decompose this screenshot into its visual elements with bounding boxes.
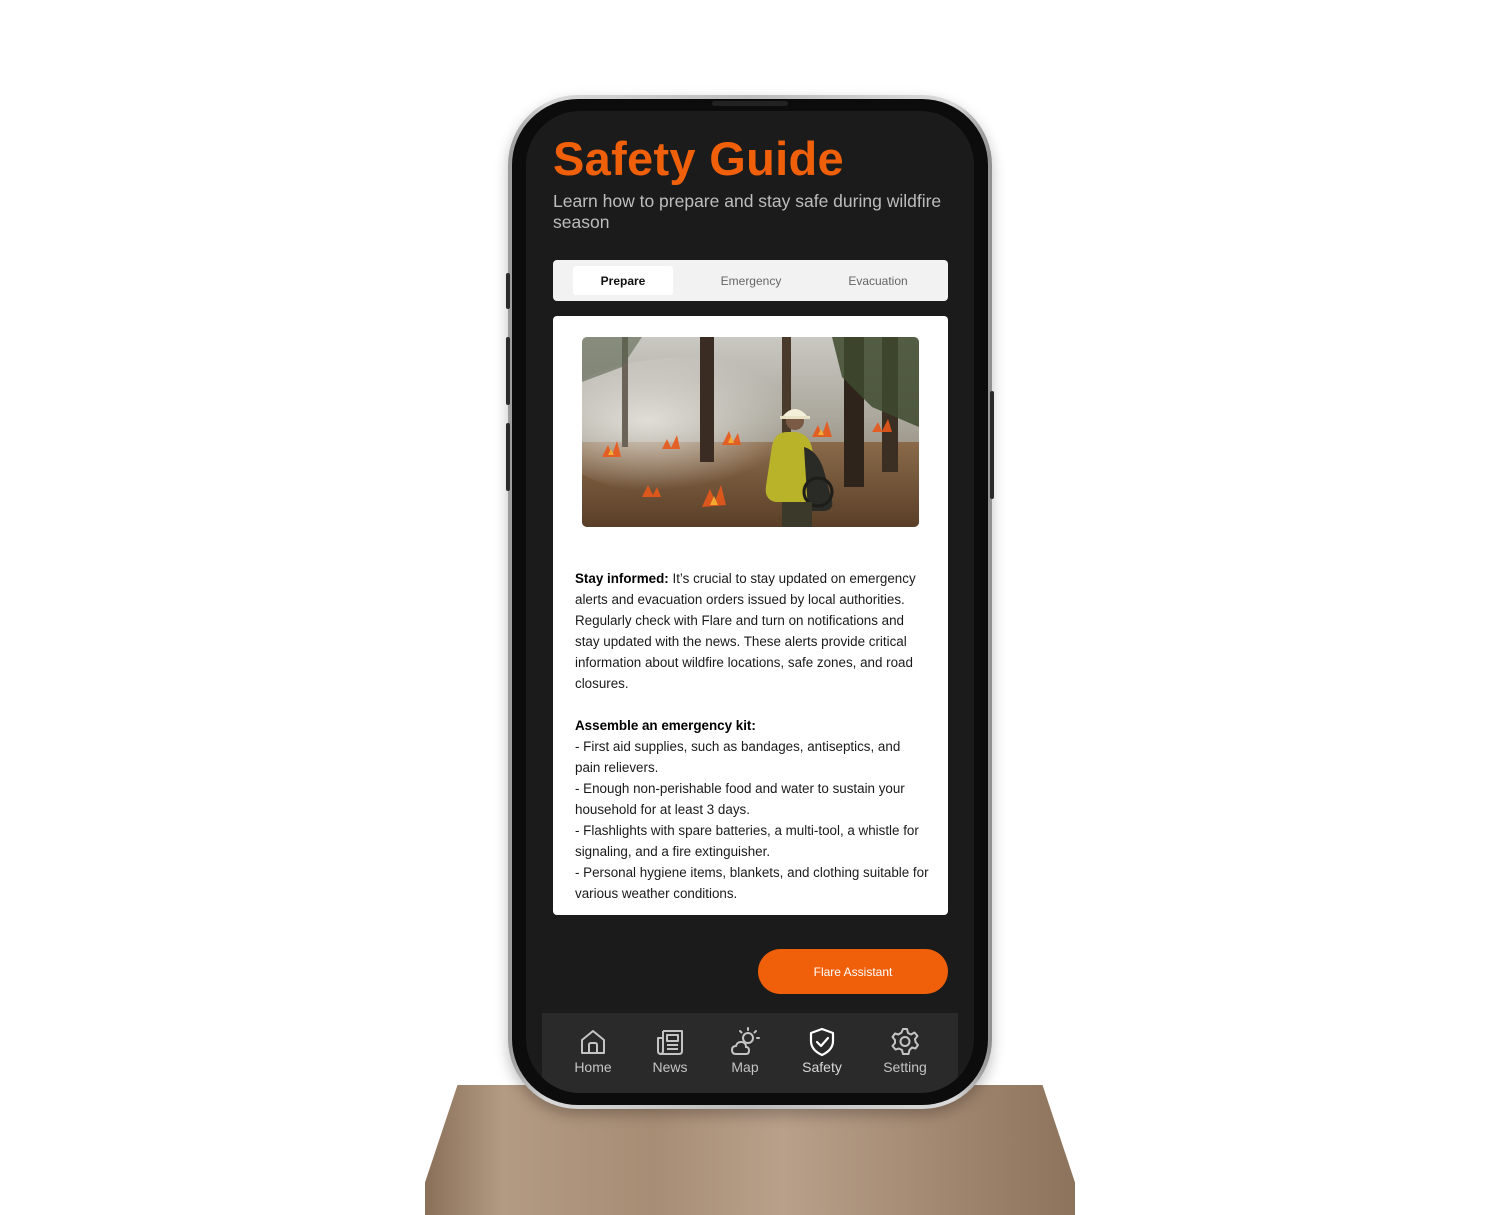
home-icon (581, 1030, 605, 1054)
kit-item: - Flashlights with spare batteries, a mu… (575, 823, 919, 859)
tab-prepare[interactable]: Prepare (573, 266, 673, 295)
page-subtitle: Learn how to prepare and stay safe durin… (553, 191, 942, 232)
news-icon (657, 1030, 683, 1055)
speaker-grille (712, 101, 788, 106)
kit-item: - Enough non-perishable food and water t… (575, 781, 905, 817)
nav-safety-label: Safety (802, 1059, 842, 1075)
app-screen: Safety Guide Learn how to prepare and st… (526, 111, 974, 1093)
stay-informed-heading: Stay informed: (575, 571, 669, 586)
shield-check-icon (809, 1027, 835, 1057)
nav-setting[interactable]: Setting (874, 1027, 936, 1079)
bottom-nav: Home News Map Safety Setting (542, 1013, 958, 1093)
nav-safety[interactable]: Safety (791, 1027, 853, 1079)
nav-news-label: News (652, 1059, 688, 1075)
guide-text: Stay informed: It’s crucial to stay upda… (575, 568, 929, 904)
nav-home-label: Home (574, 1059, 612, 1075)
page-title: Safety Guide (553, 132, 844, 185)
nav-setting-label: Setting (883, 1059, 927, 1075)
wildfire-photo (582, 337, 919, 527)
nav-map-label: Map (731, 1059, 759, 1075)
guide-card: Stay informed: It’s crucial to stay upda… (553, 316, 948, 915)
flare-assistant-button[interactable]: Flare Assistant (758, 949, 948, 994)
weather-icon (730, 1027, 760, 1055)
kit-item: - Personal hygiene items, blankets, and … (575, 865, 929, 901)
tab-evacuation[interactable]: Evacuation (828, 266, 928, 295)
nav-map[interactable]: Map (714, 1027, 776, 1079)
emergency-kit-heading: Assemble an emergency kit: (575, 718, 756, 733)
tab-bar: Prepare Emergency Evacuation (553, 260, 948, 301)
kit-item: - First aid supplies, such as bandages, … (575, 739, 901, 775)
stay-informed-text: It’s crucial to stay updated on emergenc… (575, 571, 916, 691)
nav-home[interactable]: Home (562, 1027, 624, 1079)
stay-informed-paragraph: Stay informed: It’s crucial to stay upda… (575, 568, 929, 694)
nav-news[interactable]: News (639, 1027, 701, 1079)
gear-icon (891, 1028, 919, 1055)
tab-emergency[interactable]: Emergency (701, 266, 801, 295)
